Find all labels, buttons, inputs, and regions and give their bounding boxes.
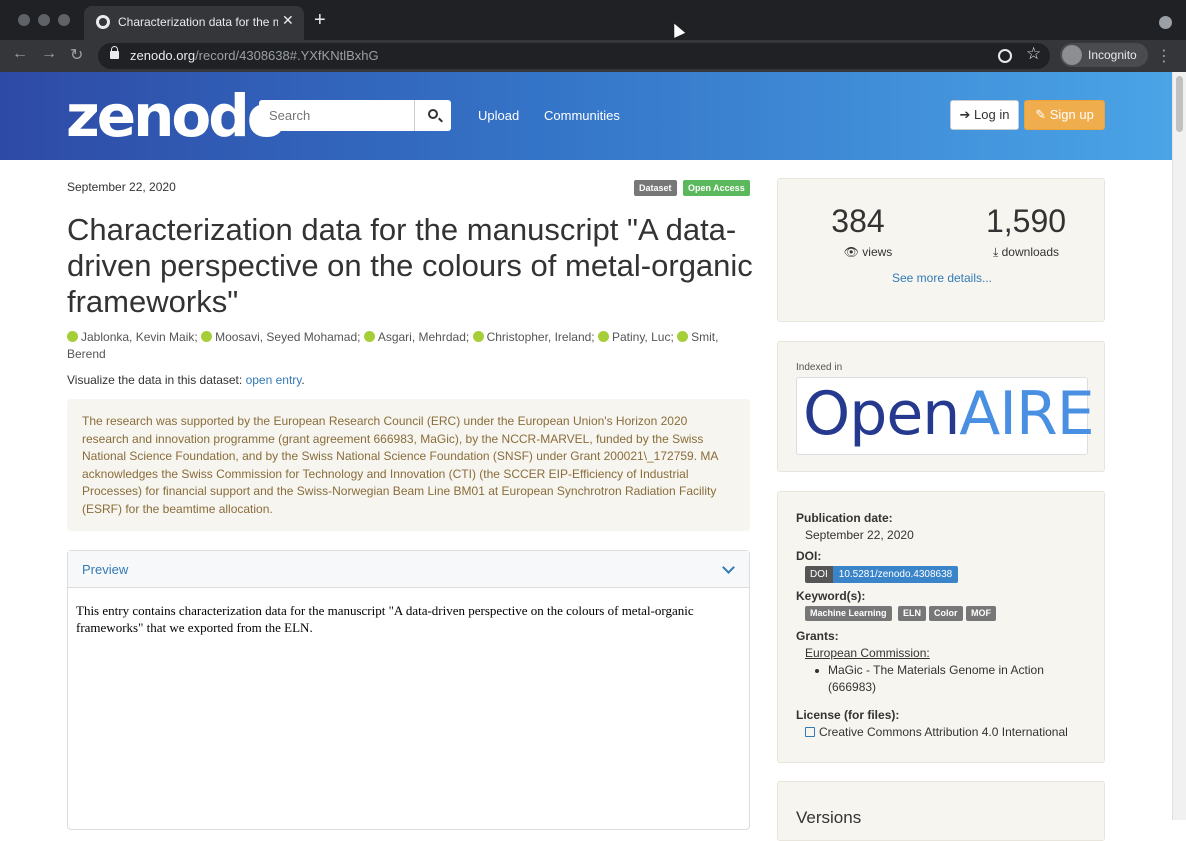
forward-icon[interactable]: → (41, 45, 57, 63)
incognito-label: Incognito (1088, 48, 1137, 62)
versions-panel: Versions (777, 781, 1105, 841)
license-link[interactable]: Creative Commons Attribution 4.0 Interna… (805, 725, 1068, 739)
maximize-window-button[interactable] (58, 14, 70, 26)
page-scrollbar[interactable] (1172, 72, 1186, 820)
openaire-logo[interactable]: OpenAIRE (796, 377, 1095, 455)
metadata-panel: Publication date: September 22, 2020 DOI… (777, 491, 1105, 763)
chevron-down-icon[interactable] (722, 561, 735, 574)
downloads-label: ⤓ downloads (992, 245, 1059, 259)
back-icon[interactable]: ← (12, 45, 28, 63)
signup-button[interactable]: ✎ Sign up (1024, 100, 1105, 130)
license-label: License (for files): (796, 708, 900, 722)
nav-communities[interactable]: Communities (544, 108, 620, 123)
nav-upload[interactable]: Upload (478, 108, 519, 123)
browser-toolbar: ← → ↻ zenodo.org/record/4308638#.YXfKNtl… (0, 40, 1186, 72)
orcid-icon (677, 331, 689, 342)
open-access-badge: Open Access (683, 180, 750, 196)
keywords-label: Keyword(s): (796, 589, 866, 603)
grant-item: MaGic - The Materials Genome in Action (… (815, 662, 1078, 696)
search-input[interactable] (259, 100, 415, 131)
visualize-end: . (301, 373, 305, 387)
author[interactable]: Jablonka, Kevin Maik; (81, 330, 198, 344)
lock-icon (110, 46, 119, 59)
incognito-icon (1062, 45, 1082, 65)
keyword-tag: MOF (966, 606, 996, 621)
grants-label: Grants: (796, 629, 839, 643)
tab-search-icon[interactable] (1159, 16, 1172, 29)
search-box (259, 100, 451, 131)
scrollbar-thumb[interactable] (1176, 76, 1183, 132)
publication-date-value: September 22, 2020 (805, 528, 914, 542)
stats-panel: 384 1,590 👁 views ⤓ downloads See more d… (777, 178, 1105, 322)
minimize-window-button[interactable] (38, 14, 50, 26)
signup-label: Sign up (1049, 107, 1094, 122)
incognito-indicator[interactable]: Incognito (1060, 43, 1148, 67)
author[interactable]: Christopher, Ireland; (487, 330, 595, 344)
reload-icon[interactable]: ↻ (70, 45, 83, 65)
preview-content: This entry contains characterization dat… (76, 603, 694, 635)
browser-menu-icon[interactable]: ⋮ (1156, 46, 1172, 66)
grant-funder-link[interactable]: European Commission: (805, 646, 930, 660)
orcid-icon (67, 331, 78, 342)
preview-header[interactable]: Preview (68, 551, 749, 588)
record-date: September 22, 2020 (67, 180, 176, 194)
globe-icon (96, 15, 110, 29)
versions-title: Versions (796, 808, 862, 827)
mouse-cursor-icon (668, 21, 686, 38)
preview-title[interactable]: Preview (82, 562, 128, 577)
orcid-icon (363, 331, 375, 342)
views-label: 👁 views (843, 245, 893, 259)
tab-close-icon[interactable]: ✕ (282, 12, 294, 29)
author[interactable]: Patiny, Luc; (612, 330, 674, 344)
orcid-icon (472, 331, 484, 342)
see-more-link[interactable]: See more details... (778, 271, 1106, 285)
tab-title: Characterization data for the m (118, 15, 278, 29)
search-icon (428, 109, 438, 119)
new-tab-button[interactable]: + (314, 10, 326, 30)
funding-notice: The research was supported by the Europe… (67, 399, 750, 531)
site-header: zenodo Upload Communities ➔ Log in ✎ Sig… (0, 72, 1172, 160)
visualize-text: Visualize the data in this dataset: (67, 373, 246, 387)
address-bar[interactable]: zenodo.org/record/4308638#.YXfKNtlBxhG ☆ (98, 43, 1050, 69)
indexed-label: Indexed in (796, 362, 843, 373)
author-list: Jablonka, Kevin Maik; Moosavi, Seyed Moh… (67, 329, 757, 363)
star-icon[interactable]: ☆ (1026, 44, 1041, 64)
browser-tab[interactable]: Characterization data for the m ✕ (84, 6, 304, 40)
orcid-icon (201, 331, 213, 342)
keyword-tag: Machine Learning (805, 606, 892, 621)
downloads-count: 1,590 (985, 203, 1067, 239)
browser-titlebar: Characterization data for the m ✕ + (0, 0, 1186, 40)
keyword-tag: ELN (898, 606, 926, 621)
preview-panel: Preview This entry contains characteriza… (67, 550, 750, 830)
zenodo-logo[interactable]: zenodo (66, 82, 287, 150)
doi-label: DOI: (796, 549, 822, 563)
keyword-tag: Color (929, 606, 963, 621)
indexed-panel: Indexed in OpenAIRE (777, 341, 1105, 472)
orcid-icon (597, 331, 609, 342)
views-count: 384 (831, 203, 885, 239)
login-button[interactable]: ➔ Log in (950, 100, 1019, 130)
author[interactable]: Asgari, Mehrdad; (378, 330, 469, 344)
open-entry-link[interactable]: open entry (246, 373, 302, 387)
eye-off-icon[interactable] (998, 49, 1012, 63)
publication-date-label: Publication date: (796, 511, 893, 525)
visualize-line: Visualize the data in this dataset: open… (67, 373, 305, 387)
external-link-icon (805, 727, 815, 737)
author[interactable]: Moosavi, Seyed Mohamad; (215, 330, 360, 344)
dataset-badge: Dataset (634, 180, 677, 196)
url-text[interactable]: zenodo.org/record/4308638#.YXfKNtlBxhG (130, 48, 379, 63)
login-label: Log in (974, 107, 1010, 122)
doi-badge[interactable]: DOI 10.5281/zenodo.4308638 (805, 566, 959, 583)
record-title: Characterization data for the manuscript… (67, 212, 753, 319)
search-button[interactable] (416, 100, 451, 131)
close-window-button[interactable] (18, 14, 30, 26)
